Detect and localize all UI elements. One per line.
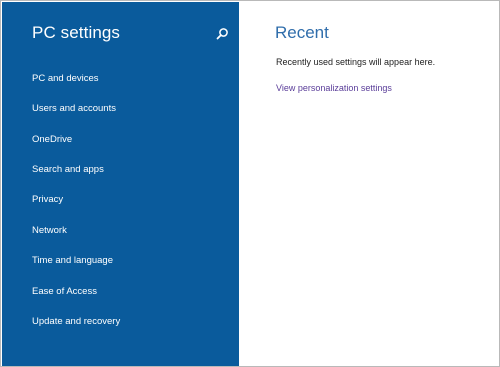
sidebar-item-search-and-apps[interactable]: Search and apps: [2, 157, 239, 183]
sidebar-item-label: Users and accounts: [32, 103, 116, 114]
sidebar-item-label: Time and language: [32, 255, 113, 266]
sidebar-item-privacy[interactable]: Privacy: [2, 187, 239, 213]
sidebar-item-ease-of-access[interactable]: Ease of Access: [2, 279, 239, 305]
sidebar-item-onedrive[interactable]: OneDrive: [2, 127, 239, 153]
sidebar-item-update-and-recovery[interactable]: Update and recovery: [2, 309, 239, 335]
view-personalization-link[interactable]: View personalization settings: [276, 83, 392, 93]
sidebar-item-network[interactable]: Network: [2, 218, 239, 244]
page-title: Recent: [275, 23, 329, 42]
sidebar-item-label: Privacy: [32, 194, 64, 205]
sidebar-item-label: Network: [32, 225, 67, 236]
sidebar-item-label: Ease of Access: [32, 286, 97, 297]
sidebar-item-label: OneDrive: [32, 134, 73, 145]
sidebar: PC settings PC and devices Users and acc…: [2, 2, 239, 366]
main-content: Recent Recently used settings will appea…: [239, 2, 499, 366]
search-icon[interactable]: [215, 27, 229, 41]
sidebar-item-label: PC and devices: [32, 73, 99, 84]
sidebar-item-pc-and-devices[interactable]: PC and devices: [2, 66, 239, 92]
sidebar-item-users-and-accounts[interactable]: Users and accounts: [2, 96, 239, 122]
sidebar-item-label: Update and recovery: [32, 316, 121, 327]
recent-description: Recently used settings will appear here.: [276, 57, 436, 67]
sidebar-item-label: Search and apps: [32, 164, 104, 175]
sidebar-title: PC settings: [32, 23, 121, 42]
pc-settings-window: PC settings PC and devices Users and acc…: [0, 0, 500, 367]
sidebar-item-time-and-language[interactable]: Time and language: [2, 248, 239, 274]
